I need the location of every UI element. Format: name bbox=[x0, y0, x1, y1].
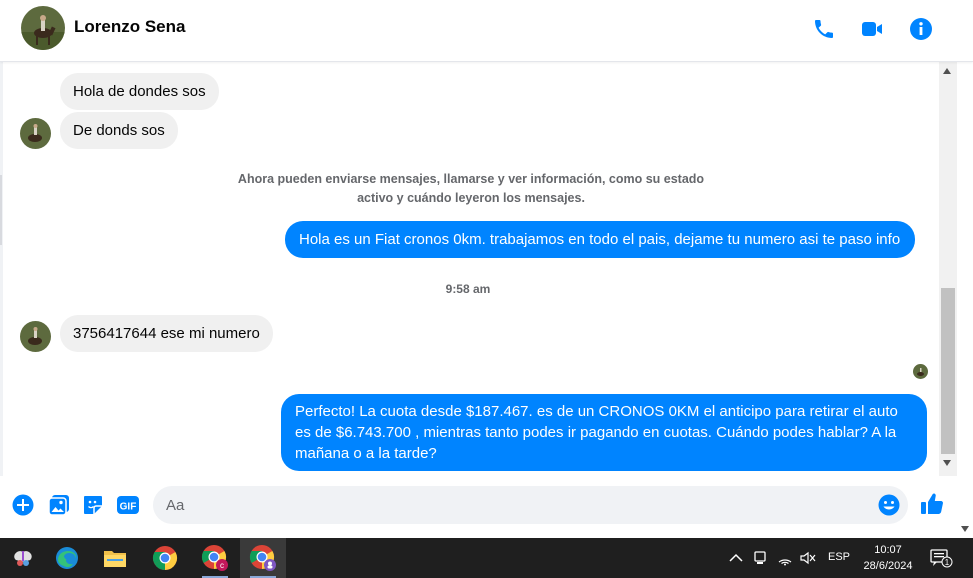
wifi-icon[interactable] bbox=[776, 549, 794, 567]
video-icon[interactable] bbox=[859, 16, 885, 42]
page-scroll-down-arrow-icon[interactable] bbox=[961, 526, 969, 532]
incoming-message[interactable]: De donds sos bbox=[60, 112, 178, 149]
clock-time: 10:07 bbox=[874, 544, 902, 556]
device-icon[interactable] bbox=[751, 549, 769, 567]
message-timestamp: 9:58 am bbox=[445, 282, 491, 296]
message-line: es de $6.743.700 , mientras tanto podes … bbox=[295, 424, 897, 441]
notification-count: 1 bbox=[945, 558, 950, 567]
volume-muted-icon[interactable] bbox=[799, 549, 817, 567]
app-icon[interactable] bbox=[0, 538, 46, 578]
message-scrollbar[interactable] bbox=[939, 62, 957, 476]
message-input-container[interactable] bbox=[153, 486, 908, 524]
chevron-up-icon[interactable] bbox=[727, 549, 745, 567]
system-notice-line: activo y cuándo leyeron los mensajes. bbox=[357, 191, 585, 205]
edge-icon[interactable] bbox=[44, 538, 90, 578]
scroll-thumb[interactable] bbox=[941, 288, 955, 454]
scroll-down-arrow-icon[interactable] bbox=[943, 460, 951, 466]
scroll-up-arrow-icon[interactable] bbox=[943, 68, 951, 74]
contact-avatar[interactable] bbox=[21, 6, 65, 50]
svg-text:c: c bbox=[220, 561, 224, 570]
window-edge-mark bbox=[0, 175, 2, 245]
outgoing-message[interactable]: Perfecto! La cuota desde $187.467. es de… bbox=[281, 394, 927, 471]
chrome-profile-icon[interactable]: c bbox=[192, 538, 238, 578]
clock-date: 28/6/2024 bbox=[863, 560, 913, 572]
input-language[interactable]: ESP bbox=[828, 551, 850, 563]
chrome-icon[interactable] bbox=[142, 538, 188, 578]
seen-indicator-avatar bbox=[913, 364, 928, 379]
incoming-message[interactable]: 3756417644 ese mi numero bbox=[60, 315, 273, 352]
message-input[interactable] bbox=[166, 494, 856, 516]
outgoing-message[interactable]: Hola es un Fiat cronos 0km. trabajamos e… bbox=[285, 221, 916, 258]
contact-avatar-small[interactable] bbox=[20, 118, 51, 149]
gif-icon-label: GIF bbox=[120, 502, 137, 513]
chrome-profile-icon[interactable] bbox=[240, 538, 286, 578]
system-notice: Ahora pueden enviarse mensajes, llamarse… bbox=[221, 170, 721, 208]
chat-header: Lorenzo Sena bbox=[0, 0, 973, 62]
system-notice-line: Ahora pueden enviarse mensajes, llamarse… bbox=[237, 172, 705, 186]
messenger-window: Lorenzo Sena Hola de dondes sos De donds… bbox=[0, 0, 973, 578]
message-line: Perfecto! La cuota desde $187.467. es de… bbox=[295, 403, 898, 420]
like-icon[interactable] bbox=[920, 492, 944, 516]
contact-name[interactable]: Lorenzo Sena bbox=[74, 17, 185, 37]
file-explorer-icon[interactable] bbox=[92, 538, 138, 578]
notification-icon[interactable]: 1 bbox=[930, 549, 954, 568]
image-icon[interactable] bbox=[48, 494, 70, 516]
contact-avatar-small[interactable] bbox=[20, 321, 51, 352]
system-clock[interactable]: 10:07 28/6/2024 bbox=[856, 542, 920, 574]
plus-icon[interactable] bbox=[12, 494, 34, 516]
windows-taskbar: c ESP 10:07 28/6/2024 1 bbox=[0, 538, 973, 578]
incoming-message[interactable]: Hola de dondes sos bbox=[60, 73, 219, 110]
phone-icon[interactable] bbox=[811, 16, 837, 42]
sticker-icon[interactable] bbox=[82, 494, 104, 516]
emoji-icon[interactable] bbox=[878, 494, 900, 516]
gif-icon[interactable]: GIF bbox=[116, 494, 140, 516]
message-list: Hola de dondes sos De donds sos Ahora pu… bbox=[3, 62, 939, 476]
composer-bar: GIF bbox=[0, 476, 957, 538]
info-icon[interactable] bbox=[908, 16, 934, 42]
message-line: mañana o a la tarde? bbox=[295, 445, 437, 462]
